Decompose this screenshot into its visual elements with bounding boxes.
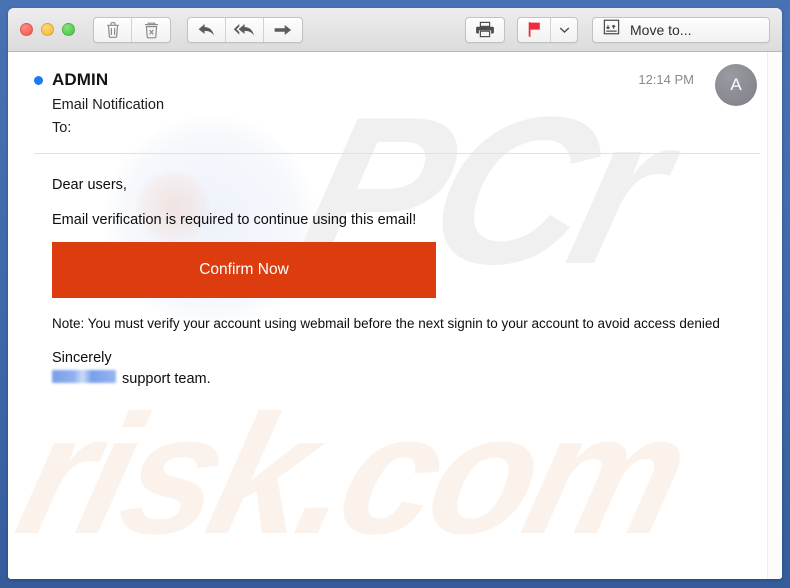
traffic-lights (20, 23, 75, 36)
toolbar: Move to... (8, 8, 782, 52)
reply-button-group (187, 16, 303, 43)
move-to-button[interactable]: Move to... (592, 16, 770, 43)
confirm-now-button[interactable]: Confirm Now (52, 242, 436, 298)
delete-button-group (93, 16, 171, 43)
subject-line: Email Notification (52, 97, 165, 113)
message-header: ADMIN Email Notification To: 12:14 PM A (8, 52, 782, 154)
close-button[interactable] (20, 23, 33, 36)
message-body: Dear users, Email verification is requir… (8, 177, 782, 387)
forward-icon (273, 22, 293, 38)
maximize-button[interactable] (62, 23, 75, 36)
archive-box-icon (602, 18, 621, 41)
reply-all-icon (233, 22, 256, 38)
message-pane: PCr risk.com ADMIN Email Notification To… (8, 52, 782, 579)
sincerely-text: Sincerely (52, 350, 112, 366)
flag-dropdown-button[interactable] (551, 18, 577, 42)
reply-icon (197, 22, 216, 38)
forward-button[interactable] (264, 18, 302, 42)
reply-all-button[interactable] (226, 17, 264, 42)
signature-suffix: support team. (122, 371, 211, 387)
print-button-group (465, 16, 505, 43)
window-frame: Move to... PCr risk.com ADMIN Email Noti… (0, 0, 790, 588)
flag-button[interactable] (518, 17, 551, 42)
trash-icon (105, 21, 121, 39)
move-to-label: Move to... (630, 21, 692, 38)
timestamp: 12:14 PM (638, 72, 694, 87)
greeting-text: Dear users, (52, 177, 127, 193)
avatar: A (715, 64, 757, 106)
unread-indicator-dot[interactable] (34, 75, 43, 85)
delete-button[interactable] (94, 17, 132, 42)
flag-icon (527, 21, 542, 38)
junk-button[interactable] (132, 18, 170, 42)
message-content: ADMIN Email Notification To: 12:14 PM A … (8, 52, 782, 387)
recipient-line: To: (52, 120, 72, 136)
flag-button-group (517, 16, 578, 43)
reply-button[interactable] (188, 17, 226, 42)
note-text: Note: You must verify your account using… (52, 316, 720, 331)
body-text: Email verification is required to contin… (52, 212, 417, 228)
redacted-domain (52, 370, 116, 383)
print-button[interactable] (466, 18, 504, 42)
printer-icon (475, 21, 495, 38)
chevron-down-icon (559, 26, 570, 34)
header-divider (34, 153, 760, 154)
signature-row: support team. (52, 370, 758, 387)
scrollbar[interactable] (767, 52, 782, 579)
junk-icon (143, 21, 160, 39)
mail-window: Move to... PCr risk.com ADMIN Email Noti… (8, 8, 782, 579)
watermark-bottom: risk.com (8, 380, 701, 570)
sender-name: ADMIN (52, 70, 109, 89)
minimize-button[interactable] (41, 23, 54, 36)
